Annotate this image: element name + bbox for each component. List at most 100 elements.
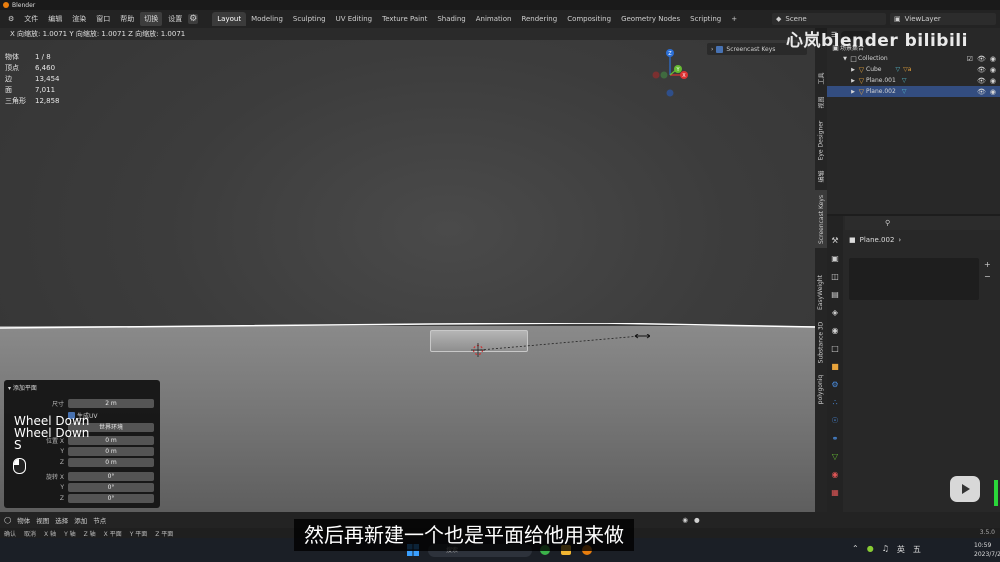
- volume-icon[interactable]: ♫: [882, 544, 889, 555]
- camera-icon[interactable]: ◉: [990, 77, 996, 85]
- stat-label: 面: [5, 86, 12, 94]
- size-field[interactable]: 2 m: [68, 398, 154, 408]
- menu-add[interactable]: 添加: [74, 515, 87, 525]
- tab-sculpting[interactable]: Sculpting: [288, 12, 331, 26]
- tab-geometry-nodes[interactable]: Geometry Nodes: [616, 12, 685, 26]
- expand-icon[interactable]: ▼: [841, 56, 849, 62]
- sidebar-tab-polygoniq[interactable]: polygoniq: [815, 372, 827, 406]
- input-language[interactable]: 英: [897, 544, 905, 555]
- sidebar-tab-view[interactable]: 视图: [815, 92, 827, 112]
- particles-properties-icon[interactable]: ∴: [830, 398, 840, 408]
- wechat-tray-icon[interactable]: ●: [867, 544, 874, 555]
- eye-icon[interactable]: 👁: [977, 55, 986, 63]
- remove-slot-button[interactable]: −: [984, 272, 991, 281]
- menu-node[interactable]: 节点: [93, 515, 106, 525]
- material-slot-list[interactable]: [849, 258, 979, 300]
- tab-uv-editing[interactable]: UV Editing: [331, 12, 378, 26]
- expand-icon[interactable]: ▶: [849, 78, 857, 84]
- add-workspace-button[interactable]: +: [726, 12, 742, 26]
- tab-texture-paint[interactable]: Texture Paint: [377, 12, 432, 26]
- gear-icon[interactable]: ⚙: [188, 14, 199, 24]
- texture-properties-icon[interactable]: ▦: [830, 488, 840, 498]
- screencast-checkbox-icon[interactable]: [716, 45, 724, 53]
- view-layer-icon: ▣: [894, 15, 901, 23]
- outliner-item-plane-001[interactable]: ▶ ▽ Plane.001 ▽ 👁 ◉: [827, 75, 1000, 86]
- material-properties-icon[interactable]: ◉: [830, 470, 840, 480]
- checkbox-icon[interactable]: ☑: [967, 55, 973, 63]
- gizmo-z-label: Z: [668, 51, 672, 57]
- sidebar-tab-substance-3d[interactable]: Substance 3D: [815, 318, 827, 366]
- sidebar-tab-edit[interactable]: 编辑: [815, 166, 827, 186]
- navigation-gizmo[interactable]: Z X Y: [642, 45, 698, 97]
- modifier-properties-icon[interactable]: ⚙: [830, 380, 840, 390]
- eye-icon[interactable]: 👁: [977, 77, 986, 85]
- overlay-icon[interactable]: ◉: [682, 516, 688, 524]
- eye-icon[interactable]: 👁: [977, 88, 986, 96]
- constraints-properties-icon[interactable]: ⚭: [830, 434, 840, 444]
- location-z-field[interactable]: 0 m: [68, 457, 154, 467]
- tool-properties-icon[interactable]: ⚒: [830, 236, 840, 246]
- menu-render[interactable]: 渲染: [68, 12, 90, 26]
- camera-icon[interactable]: ◉: [990, 88, 996, 96]
- eye-icon[interactable]: 👁: [977, 66, 986, 74]
- input-method[interactable]: 五: [913, 544, 921, 555]
- search-icon[interactable]: ⚲: [885, 219, 890, 227]
- properties-panel: ⚒ ▣ ◫ ▤ ◈ ◉ □ ■ ⚙ ∴ ☉ ⚭ ▽ ◉ ▦ ⚲ ■ Plane.…: [827, 216, 1000, 512]
- outliner-collection[interactable]: ▼ □ Collection ☑ 👁 ◉: [827, 53, 1000, 64]
- camera-icon[interactable]: ◉: [990, 55, 996, 63]
- tab-shading[interactable]: Shading: [432, 12, 470, 26]
- menu-select[interactable]: 选择: [55, 515, 68, 525]
- scene-selector[interactable]: ◆ Scene: [772, 13, 886, 25]
- operator-panel-title[interactable]: ▾ 添加平面: [8, 383, 37, 392]
- collection-properties-icon[interactable]: □: [830, 344, 840, 354]
- menu-view[interactable]: 视图: [36, 515, 49, 525]
- add-slot-button[interactable]: +: [984, 260, 991, 269]
- menu-settings[interactable]: 设置: [164, 12, 186, 26]
- menu-edit[interactable]: 编辑: [44, 12, 66, 26]
- view-layer-properties-icon[interactable]: ▤: [830, 290, 840, 300]
- camera-icon[interactable]: ◉: [990, 66, 996, 74]
- tab-scripting[interactable]: Scripting: [685, 12, 726, 26]
- menu-help[interactable]: 帮助: [116, 12, 138, 26]
- expand-icon[interactable]: ▶: [849, 67, 857, 73]
- sidebar-tab-eye-designer[interactable]: Eye Designer: [815, 118, 827, 162]
- tab-modeling[interactable]: Modeling: [246, 12, 288, 26]
- transform-readout: X 向缩放: 1.0071 Y 向缩放: 1.0071 Z 向缩放: 1.007…: [0, 28, 815, 40]
- status-x-plane: X 平面: [103, 530, 122, 538]
- shading-icon[interactable]: ●: [694, 516, 700, 524]
- rotation-y-field[interactable]: 0°: [68, 482, 154, 492]
- scene-icon: ◆: [776, 15, 782, 23]
- menu-window[interactable]: 窗口: [92, 12, 114, 26]
- tab-layout[interactable]: Layout: [212, 12, 247, 26]
- expand-icon[interactable]: ▶: [849, 89, 857, 95]
- system-tray: ⌃ ● ♫ 英 五: [852, 544, 921, 555]
- editor-type-icon[interactable]: ◯: [4, 516, 11, 524]
- mesh-data-icon: ▽: [901, 77, 907, 84]
- render-properties-icon[interactable]: ▣: [830, 254, 840, 264]
- chevron-up-icon[interactable]: ⌃: [852, 544, 859, 555]
- outliner-item-cube[interactable]: ▶ ▽ Cube ▽ ▽a 👁 ◉: [827, 64, 1000, 75]
- world-properties-icon[interactable]: ◉: [830, 326, 840, 336]
- modifier-icon: ▽: [895, 66, 901, 73]
- object-properties-icon[interactable]: ■: [830, 362, 840, 372]
- rotation-x-field[interactable]: 0°: [68, 471, 154, 481]
- blender-menu-icon[interactable]: ⚙: [4, 13, 18, 25]
- rotation-z-field[interactable]: 0°: [68, 493, 154, 503]
- taskbar-clock[interactable]: 10:59 2023/7/23: [974, 541, 1000, 559]
- tab-animation[interactable]: Animation: [471, 12, 517, 26]
- menu-file[interactable]: 文件: [20, 12, 42, 26]
- view-layer-selector[interactable]: ▣ ViewLayer: [890, 13, 996, 25]
- scene-properties-icon[interactable]: ◈: [830, 308, 840, 318]
- data-properties-icon[interactable]: ▽: [830, 452, 840, 462]
- sidebar-tab-tool[interactable]: 工具: [815, 68, 827, 88]
- tab-rendering[interactable]: Rendering: [516, 12, 562, 26]
- tab-compositing[interactable]: Compositing: [562, 12, 616, 26]
- sidebar-tab-easyweight[interactable]: EasyWeight: [815, 272, 827, 312]
- sidebar-tab-screencast-keys[interactable]: Screencast Keys: [815, 190, 827, 248]
- mode-selector[interactable]: 物体: [17, 515, 30, 525]
- axis-y-label: Y: [60, 483, 64, 491]
- output-properties-icon[interactable]: ◫: [830, 272, 840, 282]
- physics-properties-icon[interactable]: ☉: [830, 416, 840, 426]
- outliner-item-plane-002[interactable]: ▶ ▽ Plane.002 ▽ 👁 ◉: [827, 86, 1000, 97]
- menu-switch[interactable]: 切换: [140, 12, 163, 26]
